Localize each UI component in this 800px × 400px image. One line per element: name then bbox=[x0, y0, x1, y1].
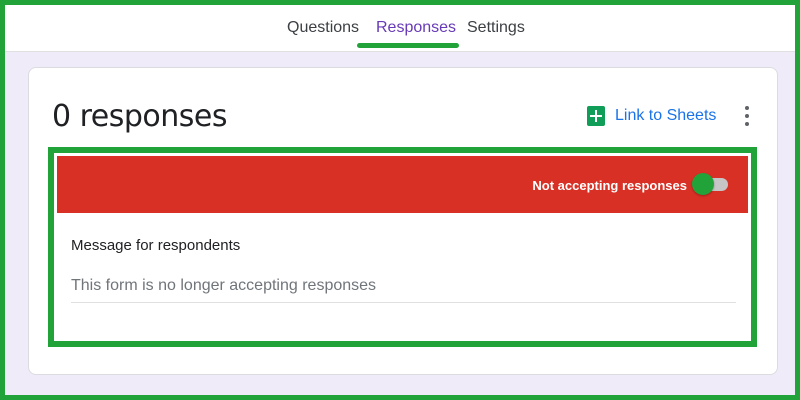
link-to-sheets-label: Link to Sheets bbox=[615, 107, 717, 124]
more-vert-icon[interactable] bbox=[739, 106, 755, 126]
tab-bar: Questions Responses Settings bbox=[5, 5, 795, 52]
responses-count-title: 0 responses bbox=[52, 99, 228, 134]
toggle-knob bbox=[692, 173, 714, 195]
tab-responses[interactable]: Responses bbox=[376, 19, 456, 37]
link-to-sheets-button[interactable]: Link to Sheets bbox=[587, 105, 716, 127]
tab-questions[interactable]: Questions bbox=[287, 19, 359, 37]
google-sheets-icon bbox=[587, 106, 605, 126]
active-tab-indicator bbox=[357, 43, 459, 48]
message-for-respondents-input[interactable] bbox=[71, 270, 736, 303]
tab-settings[interactable]: Settings bbox=[467, 19, 525, 37]
message-for-respondents-label: Message for respondents bbox=[71, 237, 241, 254]
accepting-status-label: Not accepting responses bbox=[532, 178, 687, 193]
accepting-responses-toggle[interactable] bbox=[692, 173, 730, 195]
not-accepting-banner: Not accepting responses bbox=[57, 156, 748, 213]
accepting-responses-panel: Not accepting responses Message for resp… bbox=[48, 147, 757, 347]
